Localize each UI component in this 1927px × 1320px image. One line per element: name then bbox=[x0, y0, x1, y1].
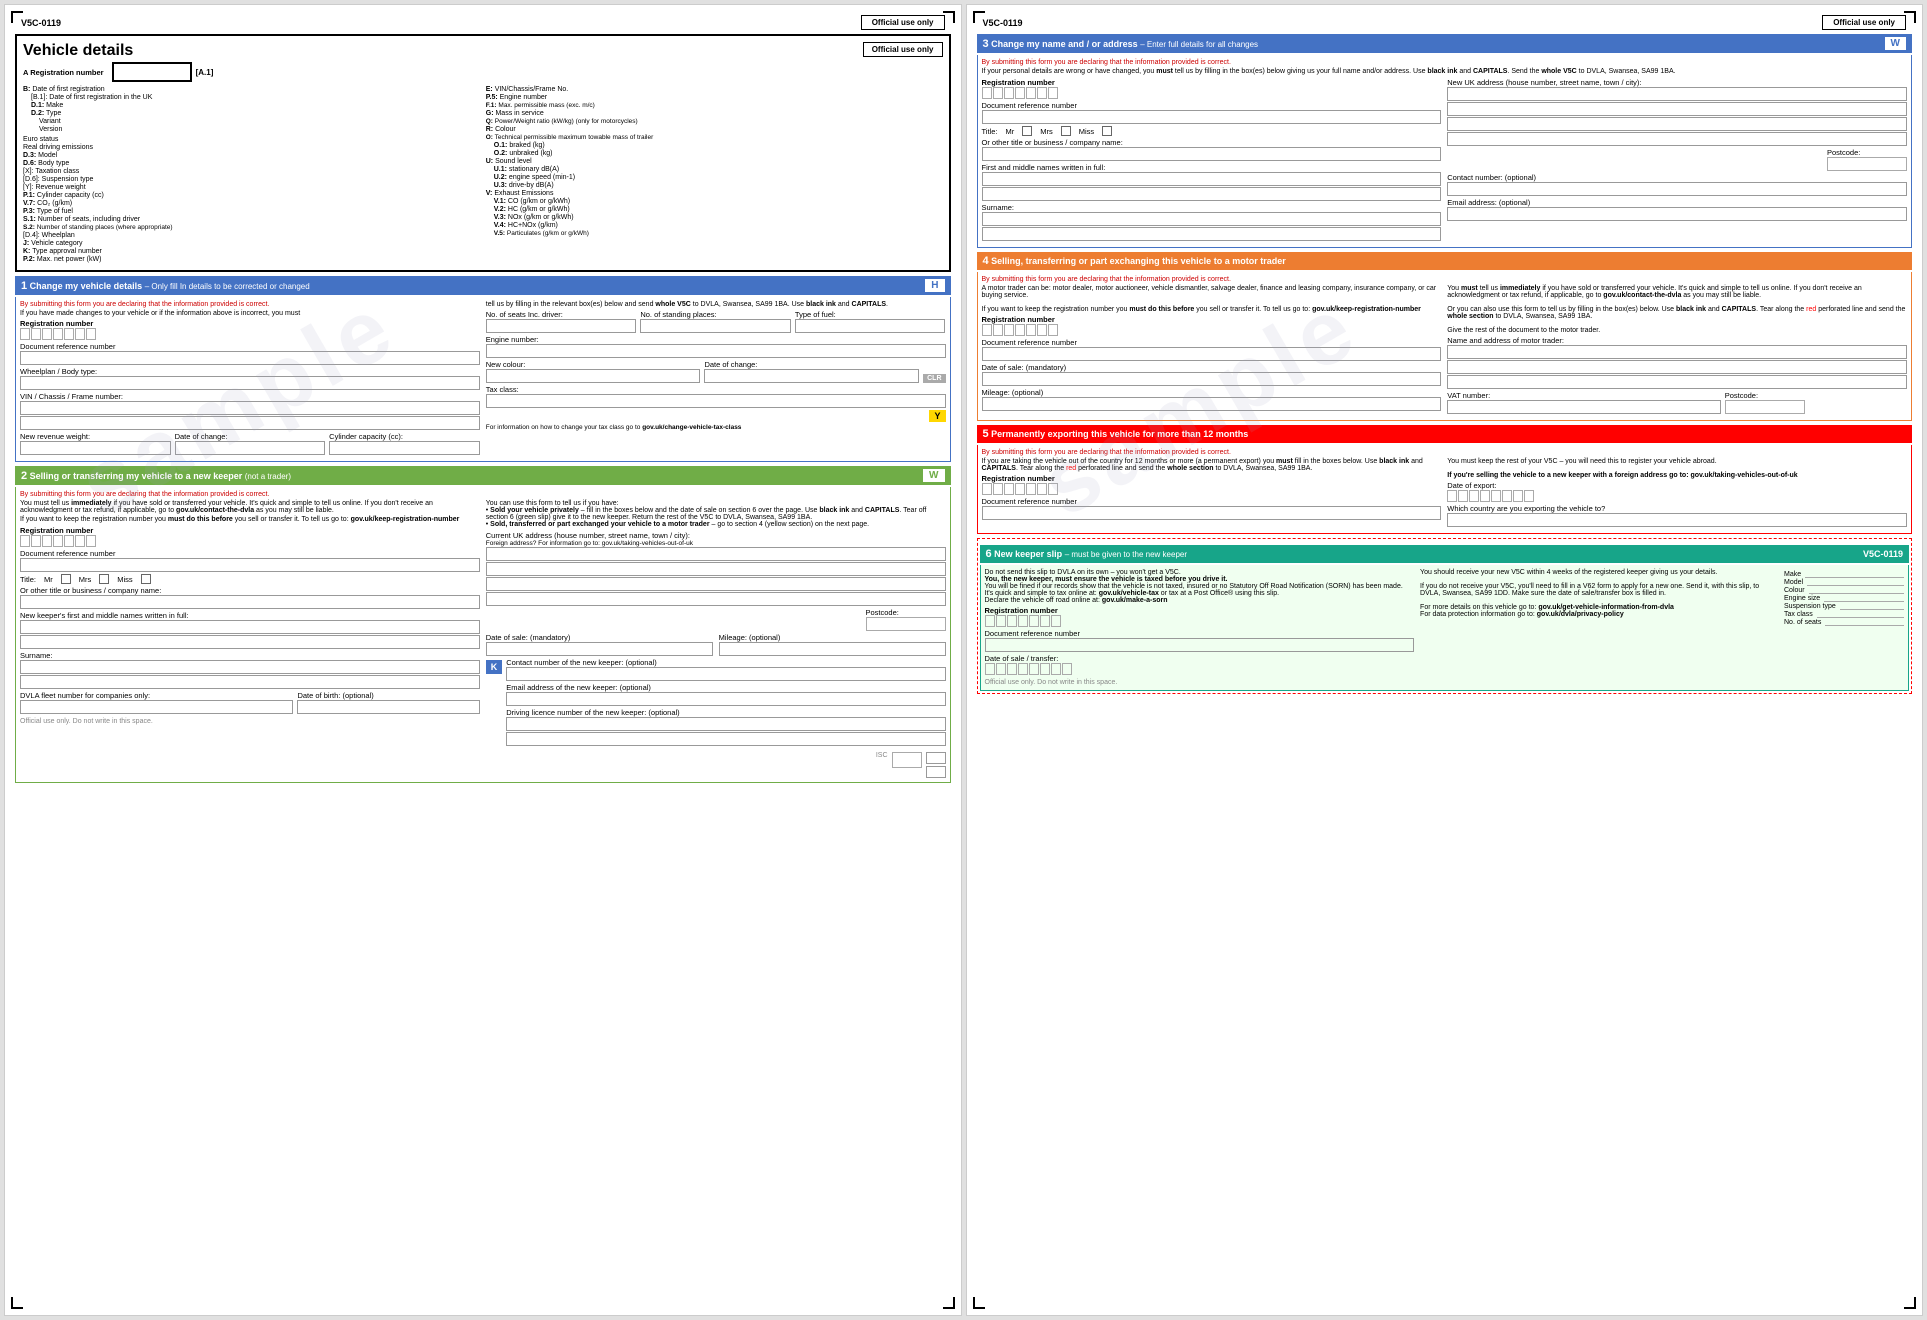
section5-content: By submitting this form you are declarin… bbox=[977, 445, 1913, 534]
section6-wrapper: 6 New keeper slip – must be given to the… bbox=[977, 538, 1913, 694]
section3-badge: W bbox=[1885, 37, 1906, 50]
section6-content: Do not send this slip to DVLA on its own… bbox=[980, 565, 1910, 691]
section4-content: By submitting this form you are declarin… bbox=[977, 272, 1913, 421]
section6-doc-code: V5C-0119 bbox=[1863, 549, 1903, 559]
corner-tl-r bbox=[973, 11, 985, 23]
section6-header: 6 New keeper slip – must be given to the… bbox=[980, 545, 1910, 563]
section1-title: Change my vehicle details bbox=[30, 281, 143, 291]
section2-num: 2 bbox=[21, 470, 27, 482]
a1-label: [A.1] bbox=[196, 68, 214, 77]
k-badge: K bbox=[486, 660, 503, 674]
y-badge: Y bbox=[929, 410, 945, 422]
corner-tr-r bbox=[1904, 11, 1916, 23]
section2-title: Selling or transferring my vehicle to a … bbox=[30, 471, 243, 481]
section1-red-text: By submitting this form you are declarin… bbox=[20, 301, 480, 308]
right-page-header: V5C-0119 Official use only bbox=[977, 15, 1913, 30]
section5-header: 5 Permanently exporting this vehicle for… bbox=[977, 425, 1913, 443]
section3-header: 3 Change my name and / or address – Ente… bbox=[977, 34, 1913, 53]
official-use-right: Official use only bbox=[863, 42, 943, 57]
reg-label: A Registration number bbox=[23, 68, 104, 77]
right-page: sample V5C-0119 Official use only 3 Chan… bbox=[966, 4, 1924, 1316]
left-page-header: V5C-0119 Official use only bbox=[15, 15, 951, 30]
section4-header: 4 Selling, transferring or part exchangi… bbox=[977, 252, 1913, 270]
section1-header: 1 Change my vehicle details – Only fill … bbox=[15, 276, 951, 295]
left-page: sample V5C-0119 Official use only Vehicl… bbox=[4, 4, 962, 1316]
left-official-use: Official use only bbox=[861, 15, 945, 30]
corner-bl-r bbox=[973, 1297, 985, 1309]
section1-badge: H bbox=[925, 279, 944, 292]
section2-header: 2 Selling or transferring my vehicle to … bbox=[15, 466, 951, 485]
vehicle-details-title: Vehicle details bbox=[23, 42, 213, 60]
section1-content: By submitting this form you are declarin… bbox=[15, 297, 951, 462]
right-doc-code: V5C-0119 bbox=[983, 18, 1023, 28]
section1-num: 1 bbox=[21, 280, 27, 292]
corner-br bbox=[943, 1297, 955, 1309]
section3-content: By submitting this form you are declarin… bbox=[977, 55, 1913, 248]
section1-subtitle: – Only fill In details to be corrected o… bbox=[145, 282, 310, 291]
section2-badge: W bbox=[923, 469, 944, 482]
registration-box bbox=[112, 62, 192, 82]
section2-content: By submitting this form you are declarin… bbox=[15, 487, 951, 783]
corner-tl bbox=[11, 11, 23, 23]
corner-br-r bbox=[1904, 1297, 1916, 1309]
clr-badge: CLR bbox=[923, 374, 945, 383]
left-doc-code: V5C-0119 bbox=[21, 18, 61, 28]
section2-subtitle: (not a trader) bbox=[245, 472, 291, 481]
corner-bl bbox=[11, 1297, 23, 1309]
right-official-use: Official use only bbox=[1822, 15, 1906, 30]
corner-tr bbox=[943, 11, 955, 23]
vehicle-details-box: Vehicle details A Registration number [A… bbox=[15, 34, 951, 272]
